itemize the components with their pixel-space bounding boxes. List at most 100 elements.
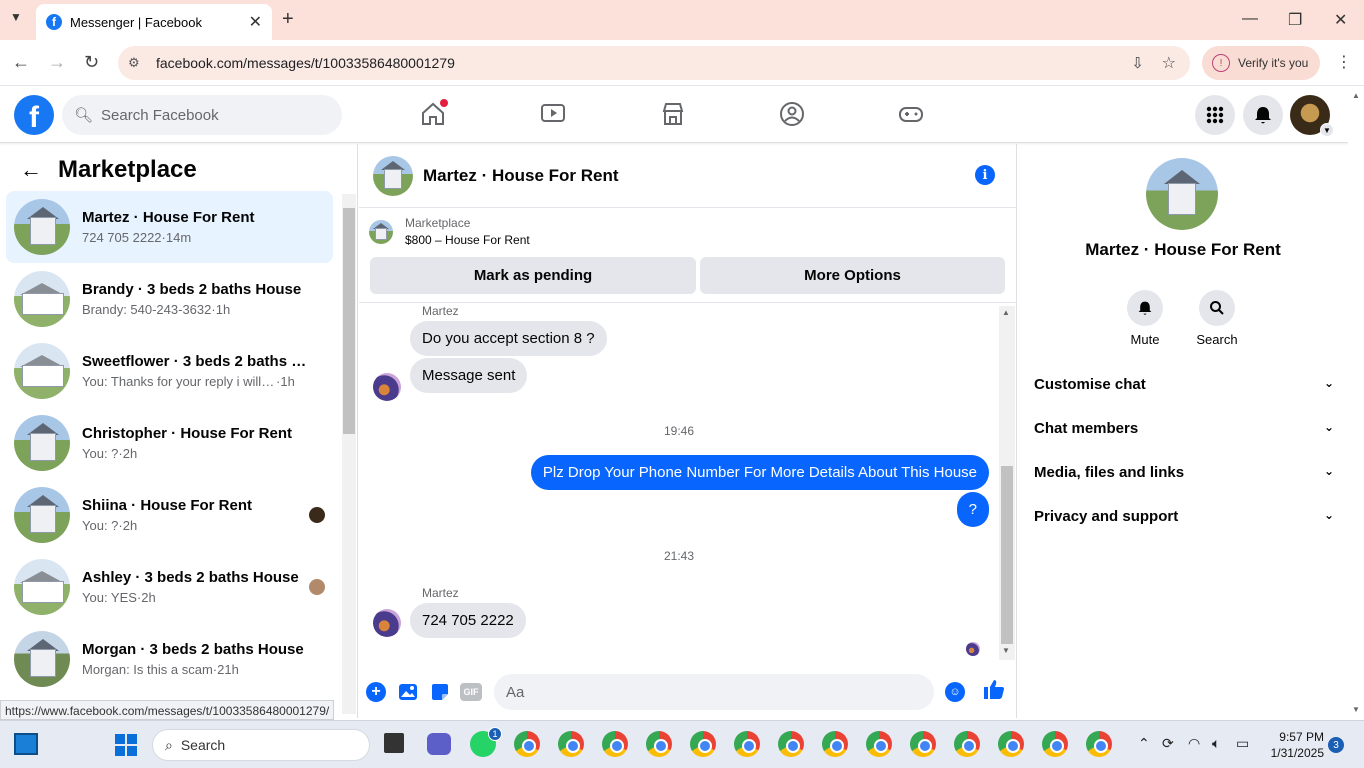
install-app-icon[interactable]: ⇩ <box>1131 54 1144 72</box>
chat-title[interactable]: Martez · House For Rent <box>423 166 619 186</box>
privacy-support-row[interactable]: Privacy and support ⌄ <box>1034 508 1334 525</box>
contact-avatar[interactable] <box>1146 158 1218 230</box>
clock[interactable]: 9:57 PM 1/31/2025 <box>1262 729 1324 761</box>
marketplace-icon[interactable] <box>660 101 688 129</box>
tab-search-chevron-icon[interactable]: ▼ <box>10 10 22 24</box>
mute-button[interactable]: Mute <box>1115 290 1175 347</box>
photo-icon[interactable] <box>397 681 419 703</box>
task-view-icon[interactable] <box>384 733 404 753</box>
sync-icon[interactable]: ⟳ <box>1162 735 1174 752</box>
page-scrollbar[interactable]: ▲ ▼ <box>1348 87 1364 718</box>
reload-icon[interactable]: ↻ <box>84 52 99 73</box>
chrome-icon[interactable] <box>1042 731 1068 757</box>
scroll-down-icon[interactable]: ▼ <box>1352 705 1360 714</box>
teams-icon[interactable] <box>427 733 451 755</box>
conversation-item[interactable]: Christopher · House For Rent You: ? · 2h <box>6 407 333 479</box>
outgoing-message[interactable]: ? <box>956 492 989 527</box>
sticker-icon[interactable] <box>429 681 451 703</box>
menu-grid-icon[interactable] <box>1195 95 1235 135</box>
bookmark-star-icon[interactable]: ☆ <box>1162 53 1176 73</box>
media-files-links-row[interactable]: Media, files and links ⌄ <box>1034 464 1334 481</box>
plus-icon[interactable]: + <box>366 682 386 702</box>
scroll-up-icon[interactable]: ▲ <box>1002 308 1010 317</box>
conversation-item[interactable]: Ashley · 3 beds 2 baths House You: YES ·… <box>6 551 333 623</box>
facebook-logo-icon[interactable]: f <box>14 95 54 135</box>
incoming-message[interactable]: Do you accept section 8 ? <box>410 321 607 356</box>
listing-summary[interactable]: Marketplace $800 – House For Rent <box>369 216 530 247</box>
back-icon[interactable]: ← <box>12 52 30 73</box>
widgets-icon[interactable] <box>14 733 38 755</box>
conversation-item[interactable]: Shiina · House For Rent You: ? · 2h <box>6 479 333 551</box>
site-info-icon[interactable]: ⚙ <box>128 55 144 71</box>
notifications-bell-icon[interactable] <box>1243 95 1283 135</box>
conversation-item[interactable]: Morgan · 3 beds 2 baths House Morgan: Is… <box>6 623 333 695</box>
outgoing-message[interactable]: Plz Drop Your Phone Number For More Deta… <box>530 455 989 490</box>
listing-title: $800 – House For Rent <box>405 233 530 247</box>
emoji-icon[interactable]: ☺ <box>945 682 965 702</box>
chrome-icon[interactable] <box>998 731 1024 757</box>
chrome-icon[interactable] <box>866 731 892 757</box>
chrome-icon[interactable] <box>778 731 804 757</box>
chat-scrollbar[interactable]: ▲ ▼ <box>999 306 1015 660</box>
scrollbar-thumb[interactable] <box>343 208 355 434</box>
groups-icon[interactable] <box>779 101 807 129</box>
close-window-icon[interactable]: ✕ <box>1334 10 1347 30</box>
notification-count-badge[interactable]: 3 <box>1328 737 1344 753</box>
incoming-message[interactable]: Message sent <box>410 358 528 393</box>
tab-close-icon[interactable]: ✕ <box>249 12 262 32</box>
search-in-chat-button[interactable]: Search <box>1187 290 1247 347</box>
more-options-button[interactable]: More Options <box>700 257 1005 294</box>
gaming-icon[interactable] <box>898 101 926 129</box>
chat-avatar[interactable] <box>373 155 413 196</box>
conversation-item[interactable]: Martez · House For Rent 724 705 2222 · 1… <box>6 191 333 263</box>
browser-menu-icon[interactable]: ⋮ <box>1336 52 1352 72</box>
chrome-icon[interactable] <box>602 731 628 757</box>
profile-avatar[interactable]: ▼ <box>1290 95 1334 137</box>
url-field[interactable]: ⚙ facebook.com/messages/t/10033586480001… <box>118 46 1190 80</box>
sender-avatar[interactable] <box>373 609 401 637</box>
account-chevron-icon[interactable]: ▼ <box>1320 123 1334 137</box>
conversation-item[interactable]: Sweetflower · 3 beds 2 baths Ho... You: … <box>6 335 333 407</box>
chrome-icon[interactable] <box>734 731 760 757</box>
start-icon[interactable] <box>114 733 138 757</box>
chrome-icon[interactable] <box>954 731 980 757</box>
minimize-icon[interactable]: — <box>1242 10 1258 28</box>
forward-icon[interactable]: → <box>48 52 66 73</box>
conversation-list-scrollbar[interactable] <box>342 194 356 714</box>
chrome-icon[interactable] <box>514 731 540 757</box>
scroll-up-icon[interactable]: ▲ <box>1352 91 1360 100</box>
scroll-down-icon[interactable]: ▼ <box>1002 646 1010 655</box>
wifi-icon[interactable]: ◠ <box>1188 735 1200 752</box>
info-icon[interactable]: i <box>975 165 995 185</box>
sender-avatar[interactable] <box>373 373 401 401</box>
customise-chat-row[interactable]: Customise chat ⌄ <box>1034 376 1334 393</box>
verify-button[interactable]: ! Verify it's you <box>1202 46 1320 80</box>
facebook-search-input[interactable]: 🔍︎ Search Facebook <box>62 95 342 135</box>
chrome-icon[interactable] <box>690 731 716 757</box>
incoming-message[interactable]: 724 705 2222 <box>410 603 526 638</box>
conversation-item[interactable]: Brandy · 3 beds 2 baths House Brandy: 54… <box>6 263 333 335</box>
volume-icon[interactable]: 🔈︎ <box>1212 735 1220 752</box>
home-icon[interactable] <box>420 99 448 129</box>
scrollbar-thumb[interactable] <box>1001 466 1013 644</box>
chrome-icon[interactable] <box>822 731 848 757</box>
restore-icon[interactable]: ❐ <box>1288 10 1302 30</box>
chat-members-row[interactable]: Chat members ⌄ <box>1034 420 1334 437</box>
chrome-icon[interactable] <box>558 731 584 757</box>
tray-chevron-icon[interactable]: ⌃ <box>1138 735 1150 752</box>
whatsapp-icon[interactable]: 1 <box>470 727 502 757</box>
message-input[interactable]: Aa <box>494 674 934 710</box>
back-arrow-icon[interactable]: ← <box>20 157 42 183</box>
new-tab-icon[interactable]: + <box>282 8 294 31</box>
taskbar-search[interactable]: ⌕ Search <box>152 729 370 761</box>
chrome-icon[interactable] <box>1086 731 1112 757</box>
search-icon: ⌕ <box>165 736 173 753</box>
chrome-icon[interactable] <box>910 731 936 757</box>
browser-tab[interactable]: f Messenger | Facebook ✕ <box>36 4 272 40</box>
mark-as-pending-button[interactable]: Mark as pending <box>370 257 696 294</box>
gif-icon[interactable]: GIF <box>460 683 482 701</box>
chrome-icon[interactable] <box>646 731 672 757</box>
thumbs-up-icon[interactable] <box>983 678 1005 706</box>
battery-icon[interactable]: ▭ <box>1236 735 1249 752</box>
video-icon[interactable] <box>540 101 568 129</box>
